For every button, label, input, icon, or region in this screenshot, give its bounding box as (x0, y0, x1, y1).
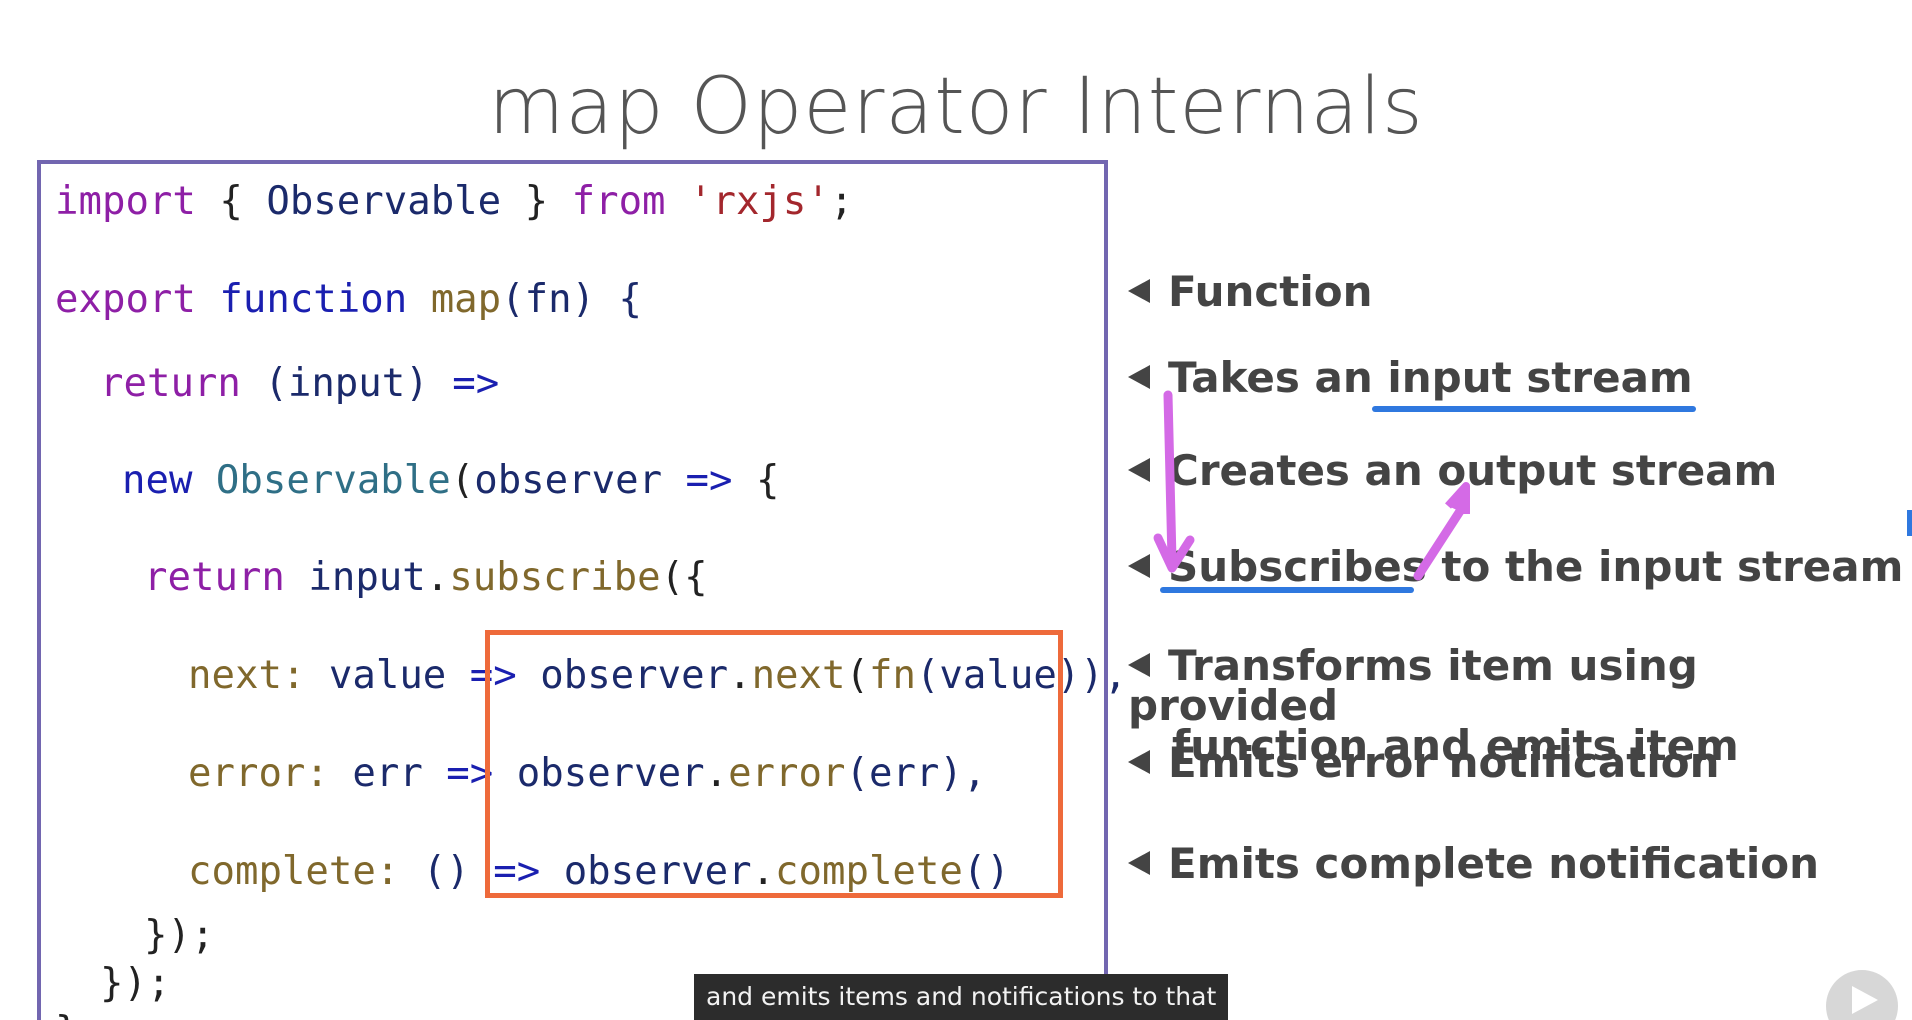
code-subscribe: subscribe (449, 555, 661, 600)
annotation-subscribes: Subscribes to the input stream (1128, 546, 1903, 588)
code-brace: } (501, 179, 572, 224)
code-prop-complete: complete: (188, 849, 400, 894)
keyword-function: function (195, 277, 431, 322)
left-triangle-icon (1128, 749, 1150, 774)
code-paren: ( (450, 458, 475, 503)
play-triangle-icon (1852, 986, 1878, 1014)
code-line-return-input: return (input) => (100, 364, 499, 403)
keyword-export: export (55, 277, 196, 322)
observer-calls-highlight (485, 630, 1063, 898)
annotation-output-stream: Creates an output stream (1128, 450, 1777, 492)
code-empty-parens: () (399, 849, 494, 894)
annotation-text: Subscribes to the input stream (1168, 542, 1904, 591)
annotation-text: Emits complete notification (1168, 839, 1820, 888)
annotation-function: Function (1128, 271, 1373, 313)
annotation-text: Emits error notification (1168, 738, 1720, 787)
annotation-error: Emits error notification (1128, 742, 1719, 784)
left-triangle-icon (1128, 457, 1150, 482)
code-function-name: map (430, 277, 502, 322)
annotation-input-stream: Takes an input stream (1128, 357, 1693, 399)
code-type: Observable (266, 179, 502, 224)
code-type: Observable (192, 458, 451, 503)
slide-title: map Operator Internals (488, 62, 1424, 152)
code-line-close-function: } (55, 1012, 78, 1020)
code-prop-next: next: (188, 653, 306, 698)
code-observer: observer (474, 458, 663, 503)
code-line-new-observable: new Observable(observer => { (122, 461, 779, 500)
play-logo-icon[interactable] (1826, 970, 1898, 1020)
left-triangle-icon (1128, 850, 1150, 875)
annotation-complete: Emits complete notification (1128, 843, 1819, 885)
code-dot: . (425, 555, 450, 600)
keyword-import: import (55, 179, 196, 224)
video-caption: and emits items and notifications to tha… (694, 974, 1229, 1020)
code-string: 'rxjs' (665, 179, 830, 224)
code-input: input (284, 555, 426, 600)
code-input-param: (input) (240, 361, 453, 406)
code-err: err (328, 751, 447, 796)
left-triangle-icon (1128, 553, 1150, 578)
annotation-text: Takes an input stream (1168, 353, 1693, 402)
code-prop-error: error: (188, 751, 329, 796)
code-value: value (305, 653, 470, 698)
annotation-text: Function (1168, 267, 1373, 316)
code-line-close-subscribe: }); (144, 913, 215, 958)
keyword-from: from (571, 179, 666, 224)
keyword-new: new (122, 458, 193, 503)
code-paren: ({ (660, 555, 708, 600)
annotation-text: Creates an output stream (1168, 446, 1778, 495)
code-line-close-observable: }); (100, 961, 171, 1006)
code-brace: { (755, 458, 780, 503)
edge-marker (1907, 510, 1912, 536)
code-semicolon: ; (829, 179, 854, 224)
left-triangle-icon (1128, 652, 1150, 677)
code-arrow: => (662, 458, 756, 503)
left-triangle-icon (1128, 278, 1150, 303)
underline-input-stream (1372, 406, 1696, 412)
keyword-return: return (144, 555, 285, 600)
code-line-export: export function map(fn) { (55, 280, 642, 319)
code-params: (fn) { (501, 277, 643, 322)
code-line-import: import { Observable } from 'rxjs'; (55, 182, 853, 221)
left-triangle-icon (1128, 364, 1150, 389)
code-arrow: => (452, 361, 500, 406)
underline-subscribes (1160, 587, 1414, 593)
code-brace: { (195, 179, 267, 224)
annotation-text-line1: Transforms item using provided (1128, 641, 1698, 730)
keyword-return: return (100, 361, 241, 406)
code-line-return-subscribe: return input.subscribe({ (144, 558, 708, 597)
